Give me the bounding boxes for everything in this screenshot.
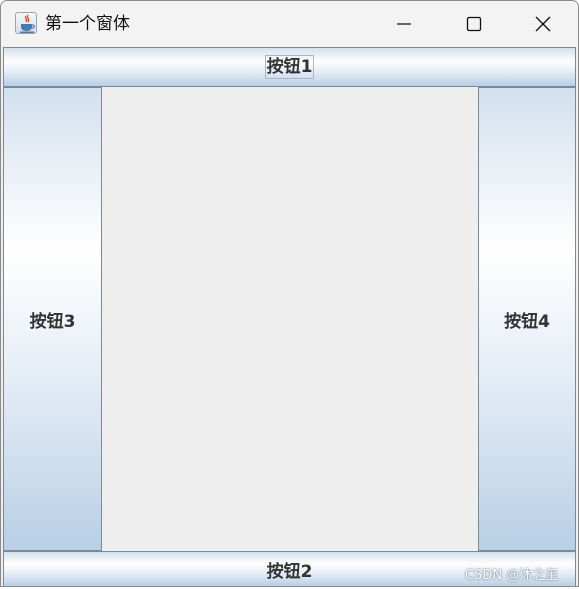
center-area	[102, 87, 478, 551]
close-button[interactable]	[508, 1, 578, 47]
minimize-icon	[397, 23, 411, 25]
east-button[interactable]: 按钮4	[478, 87, 576, 551]
north-button-label: 按钮1	[264, 55, 315, 79]
east-button-label: 按钮4	[504, 311, 550, 332]
west-button-label: 按钮3	[29, 311, 76, 332]
watermark-text: CSDN @沐之玺	[465, 568, 559, 583]
close-icon	[535, 16, 551, 32]
title-bar[interactable]: 第一个窗体	[1, 1, 578, 47]
west-button[interactable]: 按钮3	[3, 87, 102, 551]
app-window: 第一个窗体 按钮1 按钮3 按钮4 按钮2	[0, 0, 579, 587]
south-button-label: 按钮2	[266, 561, 313, 582]
maximize-icon	[466, 16, 482, 32]
window-title: 第一个窗体	[45, 14, 130, 34]
minimize-button[interactable]	[369, 1, 439, 47]
maximize-button[interactable]	[439, 1, 509, 47]
content-pane: 按钮1 按钮3 按钮4 按钮2	[3, 47, 576, 586]
north-button[interactable]: 按钮1	[3, 47, 576, 87]
java-coffee-icon[interactable]	[15, 12, 37, 34]
